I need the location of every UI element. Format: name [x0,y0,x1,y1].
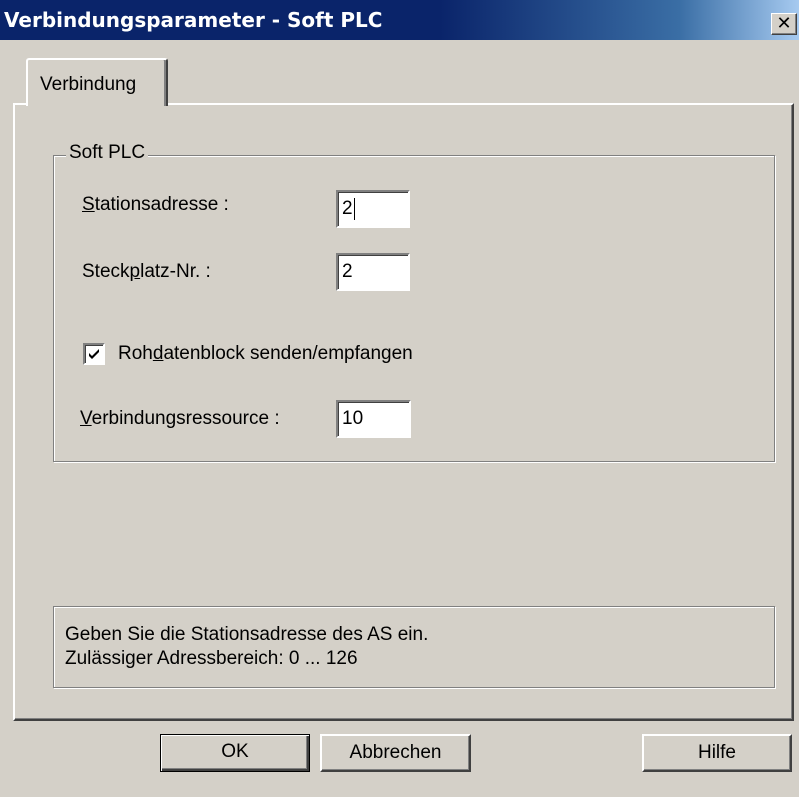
title-bar: Verbindungsparameter - Soft PLC ✕ [0,0,799,40]
verbindungsressource-input[interactable]: 10 [336,400,411,438]
verbindungsressource-label: Verbindungsressource : [80,408,280,429]
window-title: Verbindungsparameter - Soft PLC [4,8,383,32]
text-caret [353,197,355,220]
tab-verbindung[interactable]: Verbindung [26,58,168,106]
groupbox-legend: Soft PLC [66,142,149,164]
tab-label: Verbindung [40,74,137,95]
stationsadresse-label: Stationsadresse : [82,194,229,215]
hint-line-1: Geben Sie die Stationsadresse des AS ein… [65,624,429,645]
cancel-button[interactable]: Abbrechen [320,734,471,772]
hint-box [53,606,775,688]
rohdatenblock-label[interactable]: Rohdatenblock senden/empfangen [118,343,413,365]
ok-button-label: OK [221,741,249,762]
rohdatenblock-checkbox[interactable] [83,343,105,365]
close-button[interactable]: ✕ [771,13,797,35]
hint-line-2: Zulässiger Adressbereich: 0 ... 126 [65,648,358,669]
ok-button[interactable]: OK [160,734,310,772]
stationsadresse-input[interactable]: 2 [336,190,410,228]
steckplatz-input[interactable]: 2 [336,253,410,291]
close-icon: ✕ [776,13,792,34]
checkmark-icon [89,349,99,359]
help-button[interactable]: Hilfe [642,734,792,772]
steckplatz-label: Steckplatz-Nr. : [82,261,211,282]
